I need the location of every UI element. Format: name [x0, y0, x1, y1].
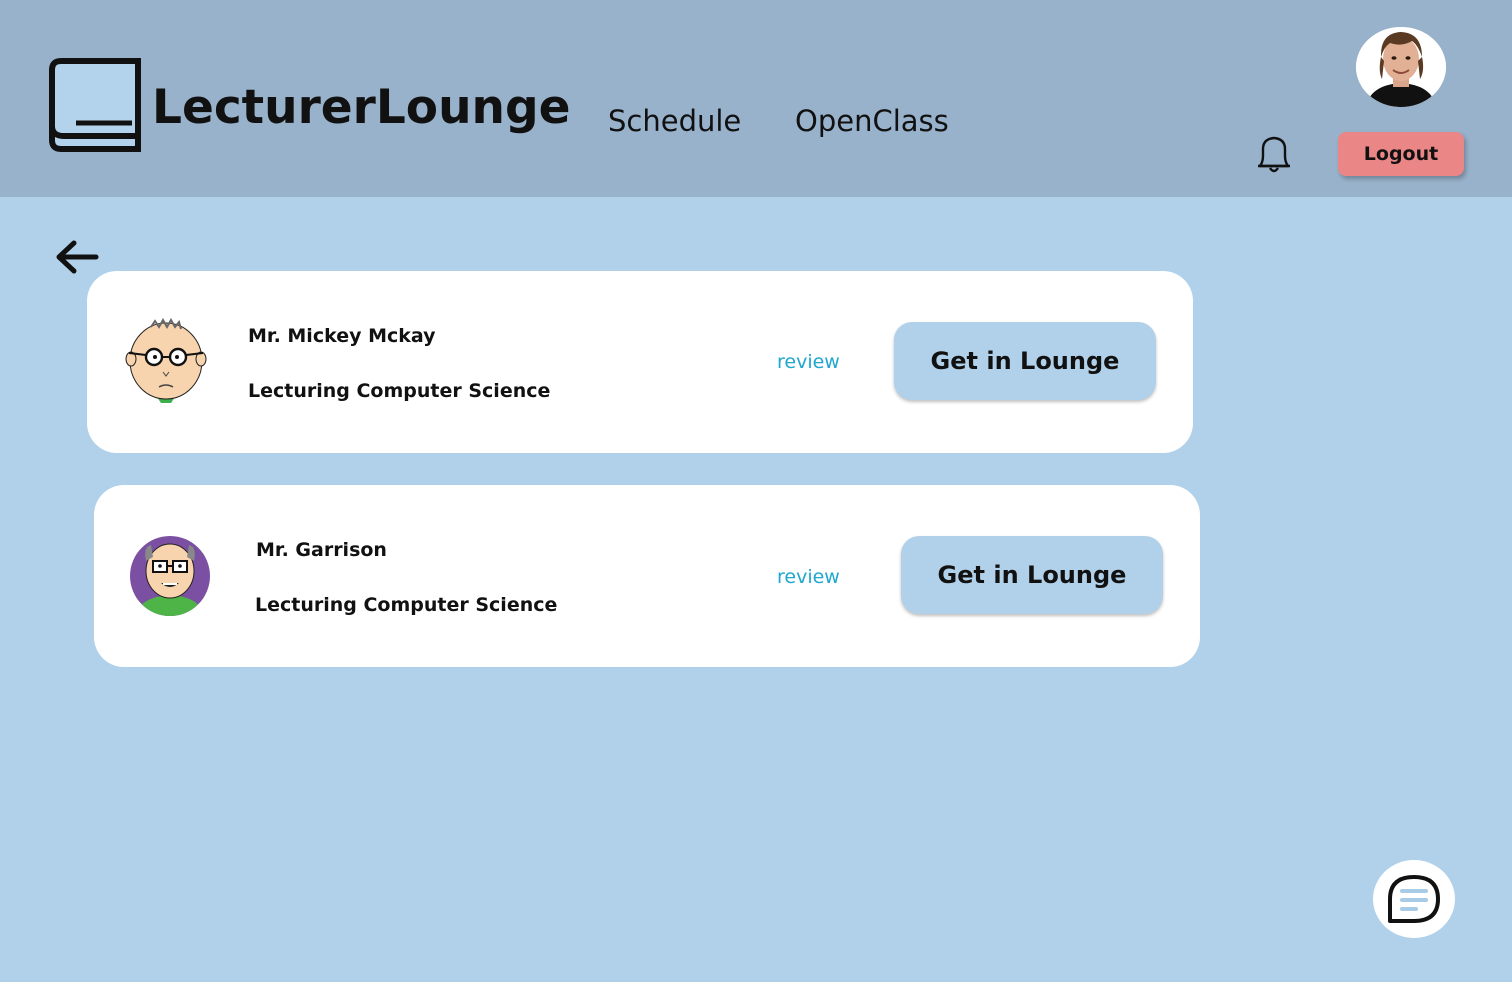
brand-title: LecturerLounge	[152, 80, 571, 135]
lecturer-avatar	[129, 535, 211, 617]
review-link[interactable]: review	[777, 351, 840, 373]
get-in-lounge-button[interactable]: Get in Lounge	[901, 536, 1163, 614]
lecturer-avatar-image	[130, 536, 210, 616]
user-avatar-image	[1356, 27, 1446, 107]
user-avatar[interactable]	[1356, 27, 1446, 107]
bell-icon[interactable]	[1252, 132, 1296, 176]
lecturer-name: Mr. Mickey Mckay	[248, 325, 436, 347]
chat-button[interactable]	[1373, 860, 1455, 938]
nav-openclass[interactable]: OpenClass	[795, 104, 949, 138]
nav-schedule[interactable]: Schedule	[608, 104, 741, 138]
lecturer-name: Mr. Garrison	[256, 539, 387, 561]
chat-icon	[1388, 875, 1440, 923]
lecturer-avatar-image	[125, 317, 207, 403]
logout-button[interactable]: Logout	[1338, 132, 1464, 176]
top-header: LecturerLounge Schedule OpenClass Logout	[0, 0, 1512, 197]
lecturer-avatar	[121, 317, 211, 407]
lecturer-card: Mr. Garrison Lecturing Computer Science …	[94, 485, 1200, 667]
book-logo-icon[interactable]	[46, 56, 142, 152]
lecturer-subject: Lecturing Computer Science	[255, 594, 558, 616]
get-in-lounge-button[interactable]: Get in Lounge	[894, 322, 1156, 400]
back-arrow-icon[interactable]	[52, 238, 100, 276]
lecturer-card: Mr. Mickey Mckay Lecturing Computer Scie…	[87, 271, 1193, 453]
review-link[interactable]: review	[777, 566, 840, 588]
lecturer-subject: Lecturing Computer Science	[248, 380, 551, 402]
